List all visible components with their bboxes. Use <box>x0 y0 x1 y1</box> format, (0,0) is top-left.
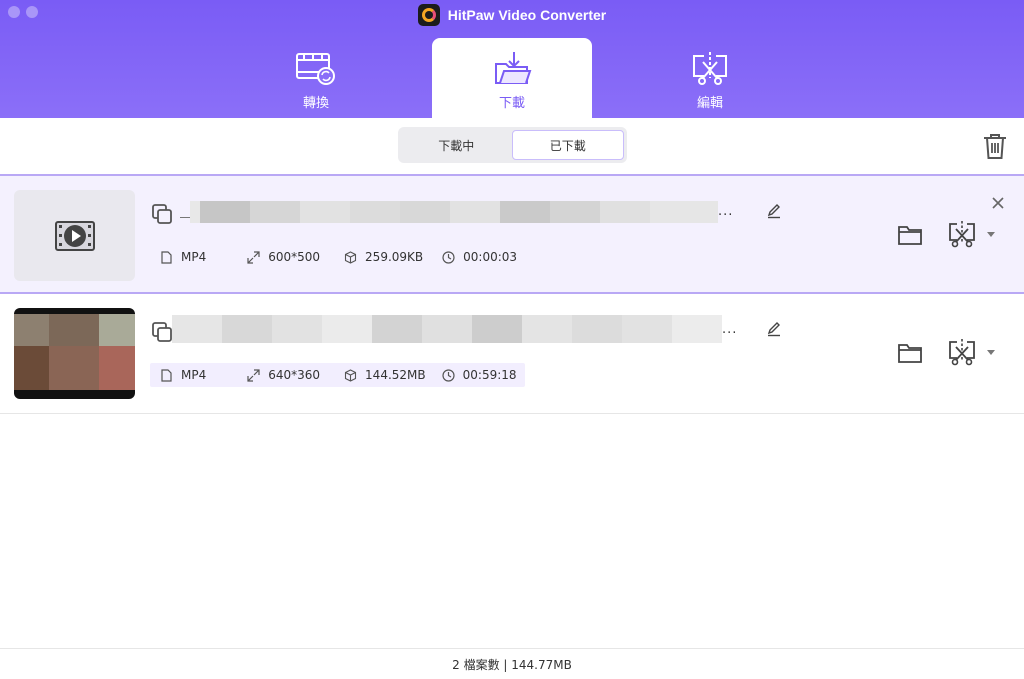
file-meta: MP4 640*360 144.52MB 00:59:18 <box>150 363 525 387</box>
folder-icon[interactable] <box>897 224 923 246</box>
video-thumbnail[interactable] <box>14 308 135 399</box>
file-icon <box>161 368 172 382</box>
file-name-ellipsis: ... <box>718 204 734 219</box>
meta-duration: 00:00:03 <box>442 250 517 264</box>
download-folder-icon <box>495 52 532 84</box>
box-icon <box>344 368 357 382</box>
file-meta: MP4 600*500 259.09KB 00:00:03 <box>150 245 517 269</box>
duration-value: 00:00:03 <box>463 250 518 264</box>
tab-downloading[interactable]: 下載中 <box>401 130 512 160</box>
tab-convert-label: 轉換 <box>302 96 329 111</box>
resolution-value: 640*360 <box>268 368 321 382</box>
format-value: MP4 <box>181 368 207 382</box>
tab-edit[interactable]: 編輯 <box>630 38 790 118</box>
close-icon[interactable] <box>991 196 1005 210</box>
download-status-segmented: 下載中 已下載 <box>398 127 627 163</box>
status-footer: 2 檔案數 | 144.77MB <box>0 648 1024 679</box>
tab-download[interactable]: 下載 <box>432 38 592 118</box>
pencil-edit-icon[interactable] <box>766 321 782 337</box>
play-video-icon <box>54 220 95 251</box>
meta-size: 144.52MB <box>344 368 426 382</box>
meta-format: MP4 <box>160 368 206 382</box>
copy-icon[interactable] <box>152 322 172 342</box>
pencil-edit-icon[interactable] <box>766 203 782 219</box>
folder-icon[interactable] <box>897 342 923 364</box>
caret-down-icon[interactable] <box>986 231 996 239</box>
format-value: MP4 <box>181 250 207 264</box>
file-name-redacted <box>172 315 722 343</box>
film-convert-icon <box>296 53 335 85</box>
tab-convert[interactable]: 轉換 <box>236 38 396 118</box>
title-bar: HitPaw Video Converter <box>0 4 1024 26</box>
size-value: 144.52MB <box>365 368 426 382</box>
tab-download-label: 下載 <box>498 96 525 111</box>
resize-icon <box>247 250 260 264</box>
clock-icon <box>442 250 455 264</box>
resolution-value: 600*500 <box>268 250 321 264</box>
tab-downloaded[interactable]: 已下載 <box>511 130 624 160</box>
meta-duration: 00:59:18 <box>442 368 517 382</box>
meta-size: 259.09KB <box>344 250 423 264</box>
list-item[interactable]: ... MP4 640*360 144.52MB 00:59:18 <box>0 294 1024 414</box>
sub-toolbar: 下載中 已下載 <box>0 118 1024 174</box>
file-name-redacted <box>180 201 718 223</box>
trash-icon[interactable] <box>982 132 1008 160</box>
app-logo <box>417 4 440 26</box>
scissors-edit-icon <box>693 52 727 85</box>
edit-video-icon[interactable] <box>948 338 976 366</box>
app-window: HitPaw Video Converter 轉換 下載 編輯 下載中 已下載 … <box>0 0 1024 679</box>
video-thumbnail[interactable] <box>14 190 135 281</box>
thumbnail-mosaic <box>14 314 135 390</box>
meta-format: MP4 <box>160 250 206 264</box>
tab-edit-label: 編輯 <box>696 96 723 111</box>
file-icon <box>161 250 172 264</box>
file-summary: 2 檔案數 | 144.77MB <box>452 657 572 672</box>
list-item[interactable]: ... MP4 600*500 259.09KB 00:00:03 <box>0 174 1024 294</box>
duration-value: 00:59:18 <box>462 368 517 382</box>
box-icon <box>344 250 357 264</box>
file-name-ellipsis: ... <box>722 322 738 337</box>
header-bar: HitPaw Video Converter 轉換 下載 編輯 <box>0 0 1024 118</box>
resize-icon <box>247 368 260 382</box>
app-title: HitPaw Video Converter <box>447 7 607 23</box>
size-value: 259.09KB <box>365 250 424 264</box>
edit-video-icon[interactable] <box>948 220 976 248</box>
meta-resolution: 640*360 <box>247 368 320 382</box>
clock-icon <box>442 368 455 382</box>
meta-resolution: 600*500 <box>247 250 320 264</box>
copy-icon[interactable] <box>152 204 172 224</box>
caret-down-icon[interactable] <box>986 349 996 357</box>
